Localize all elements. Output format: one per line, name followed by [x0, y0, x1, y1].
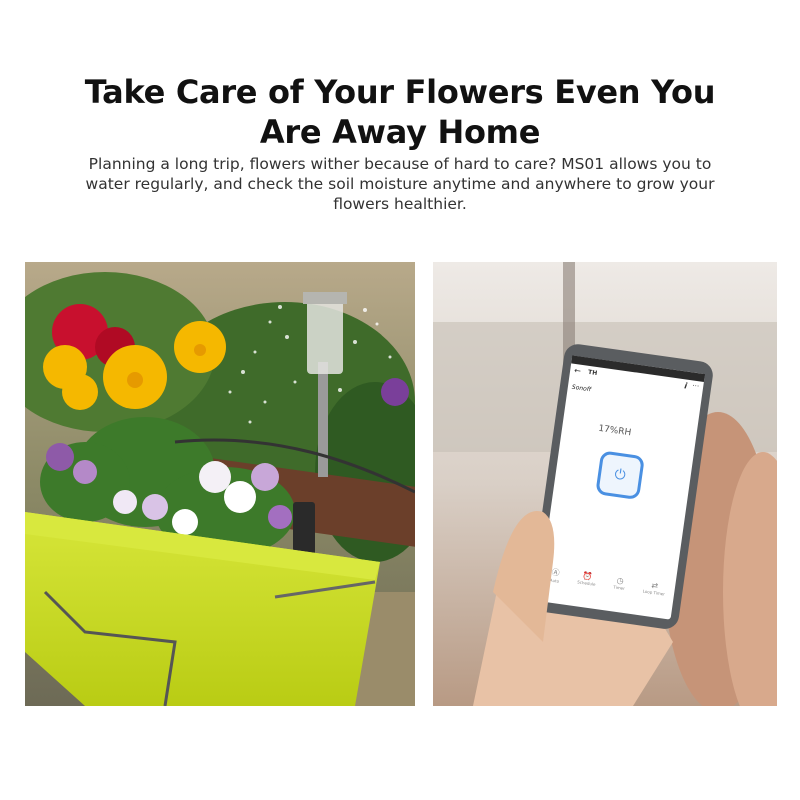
nav-schedule[interactable]: ⏰ Schedule — [575, 570, 597, 602]
nav-auto-label: Auto — [549, 577, 560, 584]
page-title-line-1: Take Care of Your Flowers Even You — [84, 73, 716, 111]
page-title: Take Care of Your Flowers Even You Are A… — [60, 72, 740, 152]
description: Planning a long trip, flowers wither bec… — [80, 154, 720, 214]
brand-label: Sonoff — [571, 383, 592, 394]
app-header: ← TH i ⋯ — [573, 366, 700, 397]
nav-loop-timer[interactable]: ⇄ Loop Timer — [640, 580, 666, 613]
planter-photo — [25, 262, 415, 706]
description-line-3: flowers healthier. — [333, 195, 467, 213]
app-title: TH — [587, 368, 598, 378]
moisture-reading: 17%RH — [597, 423, 632, 439]
description-line-2: water regularly, and check the soil mois… — [85, 175, 715, 193]
nav-auto[interactable]: Ⓐ Auto — [548, 567, 561, 598]
planter-illustration — [25, 262, 415, 706]
page-title-line-2: Are Away Home — [259, 113, 541, 151]
nav-timer[interactable]: ◷ Timer — [611, 576, 627, 607]
info-icon[interactable]: i — [684, 381, 688, 390]
description-line-1: Planning a long trip, flowers wither bec… — [88, 155, 712, 173]
nav-timer-label: Timer — [613, 584, 626, 591]
phone-photo: ← TH i ⋯ Sonoff 17%RH ⏻ Ⓐ Auto ⏰ Schedul… — [433, 262, 777, 706]
arrow-left-icon[interactable]: ← — [574, 366, 582, 376]
power-icon: ⏻ — [613, 466, 627, 484]
more-icon[interactable]: ⋯ — [692, 381, 700, 390]
power-button[interactable]: ⏻ — [595, 450, 645, 501]
